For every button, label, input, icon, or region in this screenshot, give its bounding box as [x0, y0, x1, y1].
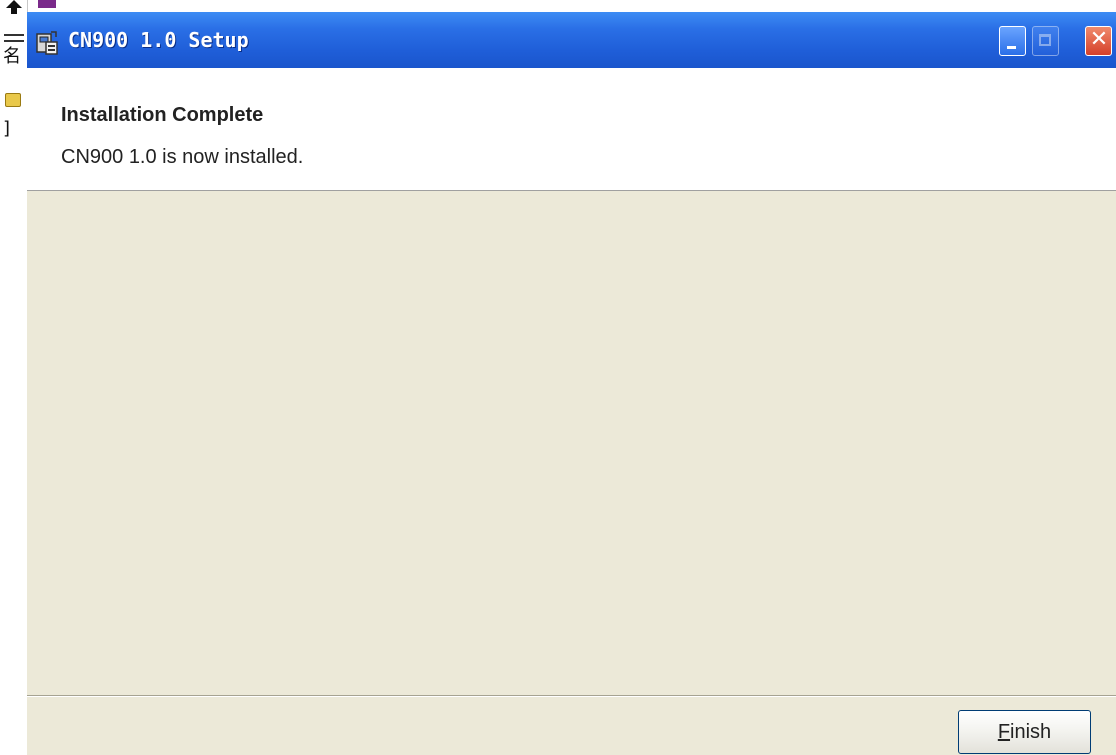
background-glyph: ]	[3, 118, 11, 139]
close-button[interactable]: ✕	[1085, 26, 1112, 56]
installer-icon	[36, 31, 58, 55]
header-panel: Installation Complete CN900 1.0 is now i…	[27, 68, 1116, 191]
background-window-edge: 名 ]	[0, 0, 28, 755]
background-divider	[4, 34, 24, 36]
minimize-icon	[1007, 46, 1016, 49]
up-folder-icon	[6, 0, 22, 14]
background-folder-icon	[5, 93, 21, 107]
close-icon: ✕	[1089, 27, 1109, 52]
background-glyph: 名	[3, 46, 21, 67]
content-area	[27, 191, 1116, 696]
finish-button[interactable]: Finish	[958, 710, 1091, 754]
footer-divider	[27, 695, 1116, 696]
finish-label: inish	[1010, 721, 1052, 743]
page-title: Installation Complete	[61, 104, 264, 126]
setup-window: CN900 1.0 Setup ✕ Installation Complete …	[27, 12, 1116, 755]
finish-mnemonic: F	[997, 721, 1011, 743]
maximize-icon	[1039, 34, 1051, 46]
title-bar[interactable]: CN900 1.0 Setup ✕	[27, 12, 1116, 68]
minimize-button[interactable]	[999, 26, 1026, 56]
screen: 名 ] CN900 1.0 Setup ✕ Installation Compl…	[0, 0, 1116, 755]
window-title: CN900 1.0 Setup	[68, 28, 249, 52]
background-file-icon	[38, 0, 56, 8]
background-divider	[4, 40, 24, 42]
maximize-button	[1032, 26, 1059, 56]
page-subtitle: CN900 1.0 is now installed.	[61, 146, 304, 168]
dialog-client-area: Installation Complete CN900 1.0 is now i…	[27, 68, 1116, 755]
